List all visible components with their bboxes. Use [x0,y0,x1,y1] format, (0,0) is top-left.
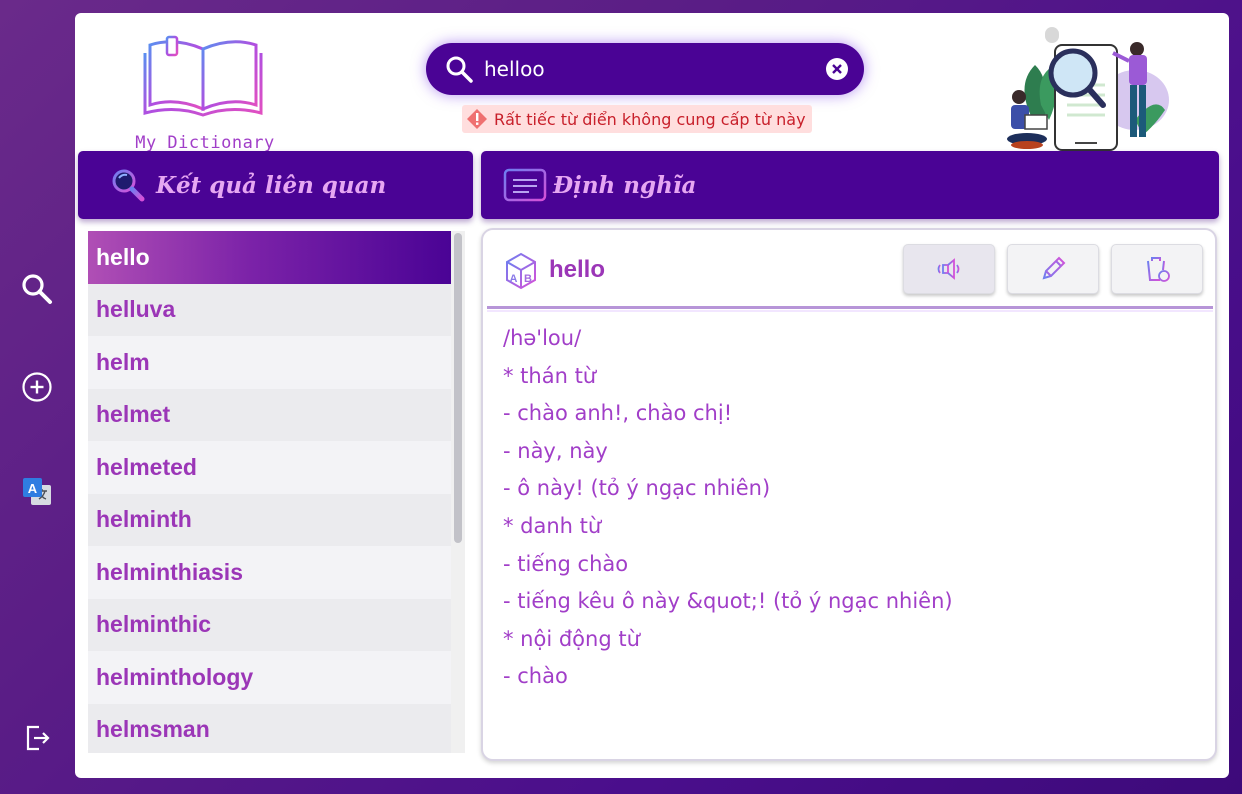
translate-icon: A [23,478,51,505]
list-item[interactable]: helminthology [88,651,451,704]
warning-icon [467,109,487,129]
list-item[interactable]: helluva [88,283,451,336]
definition-title: Định nghĩa [553,171,697,199]
search-bar [426,43,864,95]
definition-line: - chào anh!, chào chị! [503,401,733,426]
search-icon [446,56,473,83]
list-item[interactable]: helminthic [88,598,451,651]
definition-divider-shade [487,310,1213,312]
not-found-warning: Rất tiếc từ điển không cung cấp từ này [462,105,812,133]
definition-line: - ô này! (tỏ ý ngạc nhiên) [503,476,771,501]
logout-icon [26,725,50,751]
delete-button[interactable] [1111,244,1203,294]
definition-word-header: A B hello [501,250,605,290]
list-item[interactable]: helm [88,336,451,389]
definition-divider [487,306,1213,309]
svg-text:A: A [510,273,518,285]
word-list-scrollbar[interactable] [451,231,465,753]
definition-header: Định nghĩa [481,151,1219,219]
list-item[interactable]: helminth [88,493,451,546]
people-magnifier-illustration [1007,27,1169,151]
definition-line: - tiếng kêu ô này &quot;! (tỏ ý ngạc nhi… [503,589,953,614]
sidebar-logout-button[interactable] [17,717,57,757]
add-circle-icon [22,372,52,402]
warning-text: Rất tiếc từ điển không cung cấp từ này [494,109,806,129]
document-icon [503,168,547,202]
definition-line: /hə'lou/ [503,326,582,350]
app-logo: My Dictionary [115,35,275,153]
logo-text: My Dictionary [135,133,275,153]
definition-body: /hə'lou/ * thán từ - chào anh!, chào chị! -… [503,320,1193,696]
search-icon [22,274,52,304]
delete-icon [1146,257,1170,282]
main-panel: My Dictionary Rất tiếc từ điển không cun… [75,13,1229,778]
definition-line: - chào [503,664,568,689]
definition-line: * thán từ [503,363,597,388]
definition-word: hello [549,256,606,283]
close-icon [832,64,842,74]
magnifier-icon [112,169,145,202]
sidebar-search-button[interactable] [17,269,57,309]
sidebar: A [0,0,75,794]
search-illustration [1005,25,1175,155]
book-icon [143,35,263,117]
scrollbar-thumb[interactable] [454,233,462,543]
definition-line: * nội động từ [503,626,640,651]
pencil-icon [1042,256,1066,280]
speaker-icon [937,258,960,280]
sidebar-add-button[interactable] [17,367,57,407]
svg-text:A: A [28,481,38,496]
list-item[interactable]: helmsman [88,703,451,753]
definition-card: A B hello /hə'lou/ * thán từ - chào anh!… [481,228,1217,761]
related-words-list: hello helluva helm helmet helmeted helminth he… [88,231,451,753]
sidebar-translate-button[interactable]: A [17,472,57,512]
list-item[interactable]: helminthiasis [88,546,451,599]
list-item[interactable]: hello [88,231,451,284]
search-input[interactable] [484,57,814,81]
abc-cube-icon: A B [506,252,536,290]
edit-button[interactable] [1007,244,1099,294]
definition-line: * danh từ [503,513,602,538]
clear-search-button[interactable] [826,58,848,80]
related-results-title: Kết quả liên quan [156,171,387,199]
pronounce-button[interactable] [903,244,995,294]
list-item[interactable]: helmet [88,388,451,441]
list-item[interactable]: helmeted [88,441,451,494]
definition-line: - tiếng chào [503,551,629,576]
related-results-header: Kết quả liên quan [78,151,473,219]
svg-text:B: B [524,273,532,285]
definition-line: - này, này [503,438,608,463]
